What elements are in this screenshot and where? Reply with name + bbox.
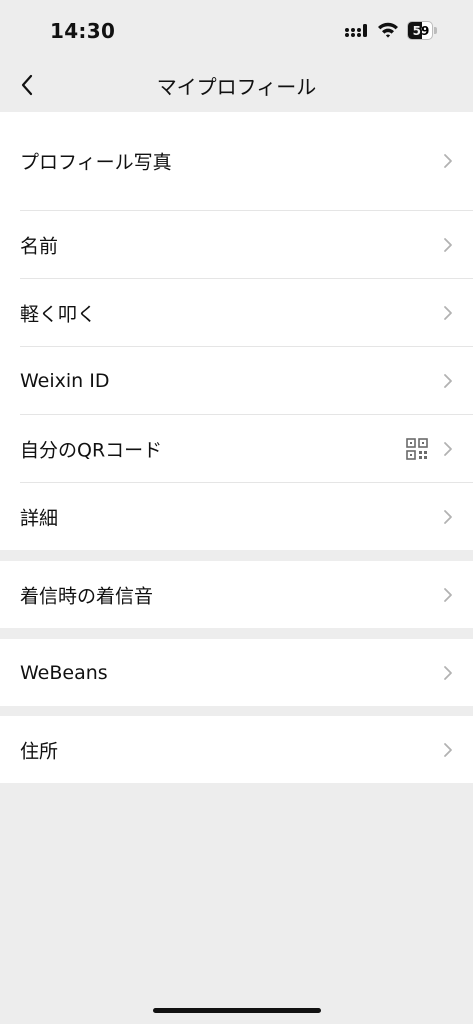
name-row[interactable]: 名前: [0, 211, 473, 278]
chevron-right-icon: [444, 373, 452, 388]
tickle-row[interactable]: 軽く叩く: [0, 279, 473, 346]
my-qr-code-row[interactable]: 自分のQRコード: [0, 415, 473, 482]
chevron-right-icon: [444, 237, 452, 252]
weixin-id-row[interactable]: Weixin ID: [0, 347, 473, 414]
chevron-right-icon: [444, 742, 452, 757]
chevron-right-icon: [444, 665, 452, 680]
qr-code-icon: [406, 437, 428, 460]
row-label: 詳細: [20, 507, 59, 529]
page-title: マイプロフィール: [156, 75, 317, 99]
webeans-row[interactable]: WeBeans: [0, 639, 473, 706]
ringtone-group: 着信時の着信音: [0, 561, 473, 628]
profile-settings-group: プロフィール写真 名前 軽く叩く Weixin ID 自分のQRコード 詳細: [0, 112, 473, 550]
chevron-right-icon: [444, 154, 452, 168]
row-label: 名前: [20, 235, 59, 257]
row-label: プロフィール写真: [20, 151, 172, 174]
chevron-right-icon: [444, 509, 452, 524]
navigation-bar: マイプロフィール: [0, 60, 473, 110]
ringtone-row[interactable]: 着信時の着信音: [0, 561, 473, 628]
row-label: 自分のQRコード: [20, 439, 163, 461]
wifi-icon: [378, 22, 398, 38]
chevron-right-icon: [444, 305, 452, 320]
battery-icon: 59: [407, 21, 437, 40]
row-label: Weixin ID: [20, 369, 110, 392]
status-time: 14:30: [50, 19, 116, 43]
row-label: 軽く叩く: [20, 303, 97, 325]
chevron-right-icon: [444, 441, 452, 456]
profile-photo-row[interactable]: プロフィール写真: [0, 112, 473, 210]
more-info-row[interactable]: 詳細: [0, 483, 473, 550]
row-label: 住所: [20, 740, 59, 762]
row-label: 着信時の着信音: [20, 585, 154, 607]
cellular-signal-icon: [345, 24, 367, 37]
chevron-right-icon: [444, 587, 452, 602]
row-label: WeBeans: [20, 661, 108, 684]
home-indicator[interactable]: [153, 1008, 321, 1013]
battery-level: 59: [412, 24, 430, 38]
status-bar: 14:30 59: [0, 0, 473, 60]
webeans-group: WeBeans: [0, 639, 473, 706]
address-row[interactable]: 住所: [0, 716, 473, 783]
address-group: 住所: [0, 716, 473, 783]
